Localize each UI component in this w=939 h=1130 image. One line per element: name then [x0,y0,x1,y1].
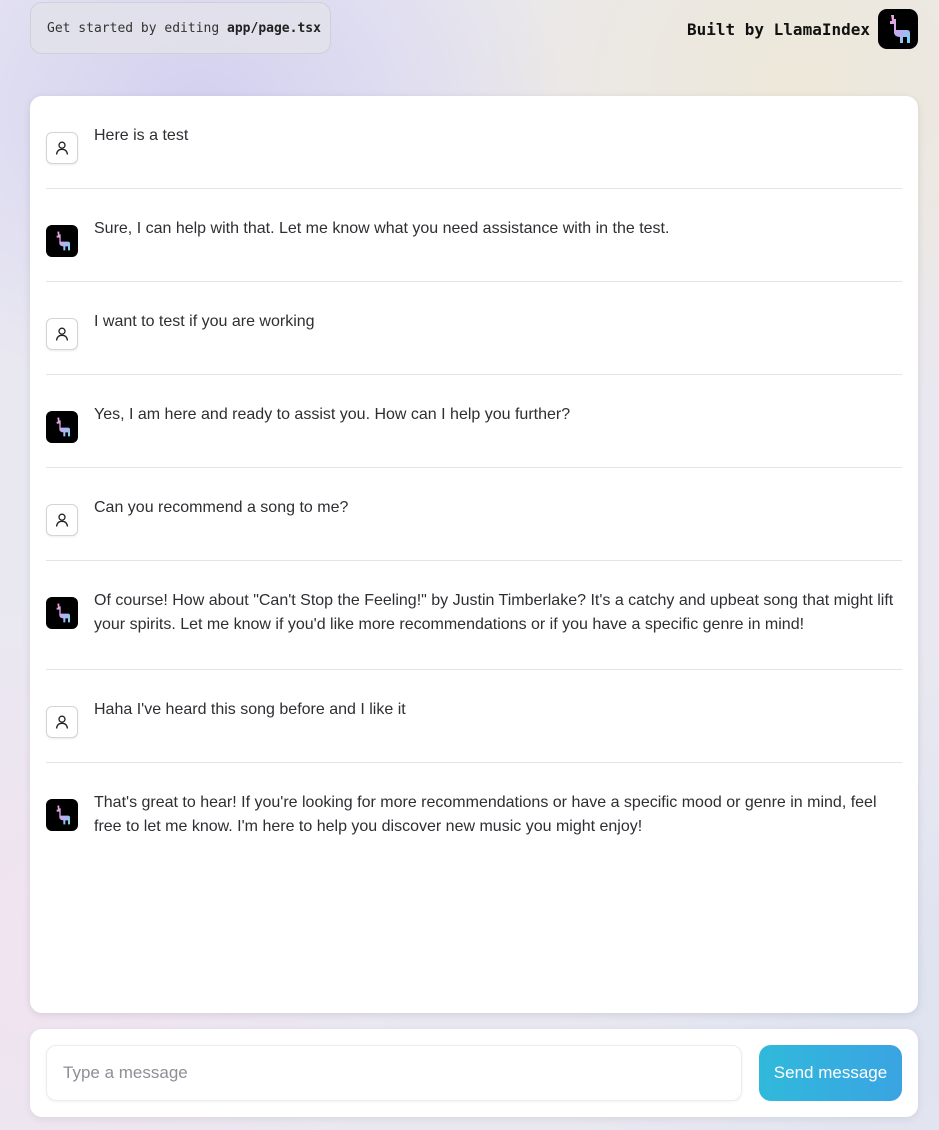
user-message: Haha I've heard this song before and I l… [46,694,902,763]
user-icon [46,318,78,350]
assistant-message: Yes, I am here and ready to assist you. … [46,399,902,468]
edit-hint-file: app/page.tsx [227,20,321,36]
llama-logo-icon [46,225,78,257]
message-text: Haha I've heard this song before and I l… [94,701,406,718]
message-text: I want to test if you are working [94,313,315,330]
llama-logo-icon [46,597,78,629]
llama-logo-icon [46,411,78,443]
composer: Send message [30,1029,918,1117]
user-message: Can you recommend a song to me? [46,492,902,561]
user-icon [46,132,78,164]
brand-link[interactable]: Built by LlamaIndex [687,9,918,49]
message-text: Sure, I can help with that. Let me know … [94,220,670,237]
llama-logo-icon [46,799,78,831]
message-text: Here is a test [94,127,189,144]
message-list: Here is a test Sure, I can help with that… [46,120,902,895]
user-message: I want to test if you are working [46,306,902,375]
user-icon [46,504,78,536]
llama-logo-icon [878,9,918,49]
brand-label: Built by LlamaIndex [686,19,870,39]
message-text: Can you recommend a song to me? [94,499,349,516]
chat-panel: Here is a test Sure, I can help with that… [30,96,918,1013]
user-message: Here is a test [46,120,902,189]
assistant-message: Sure, I can help with that. Let me know … [46,213,902,282]
message-input[interactable] [46,1045,742,1101]
message-text: That's great to hear! If you're looking … [94,794,877,835]
message-text: Yes, I am here and ready to assist you. … [94,406,571,423]
user-icon [46,706,78,738]
message-text: Of course! How about "Can't Stop the Fee… [94,592,894,633]
edit-hint: Get started by editing app/page.tsx [30,2,331,54]
send-message-button[interactable]: Send message [759,1045,902,1101]
assistant-message: Of course! How about "Can't Stop the Fee… [46,585,902,670]
edit-hint-text: Get started by editing [47,20,220,36]
assistant-message: That's great to hear! If you're looking … [46,787,902,871]
